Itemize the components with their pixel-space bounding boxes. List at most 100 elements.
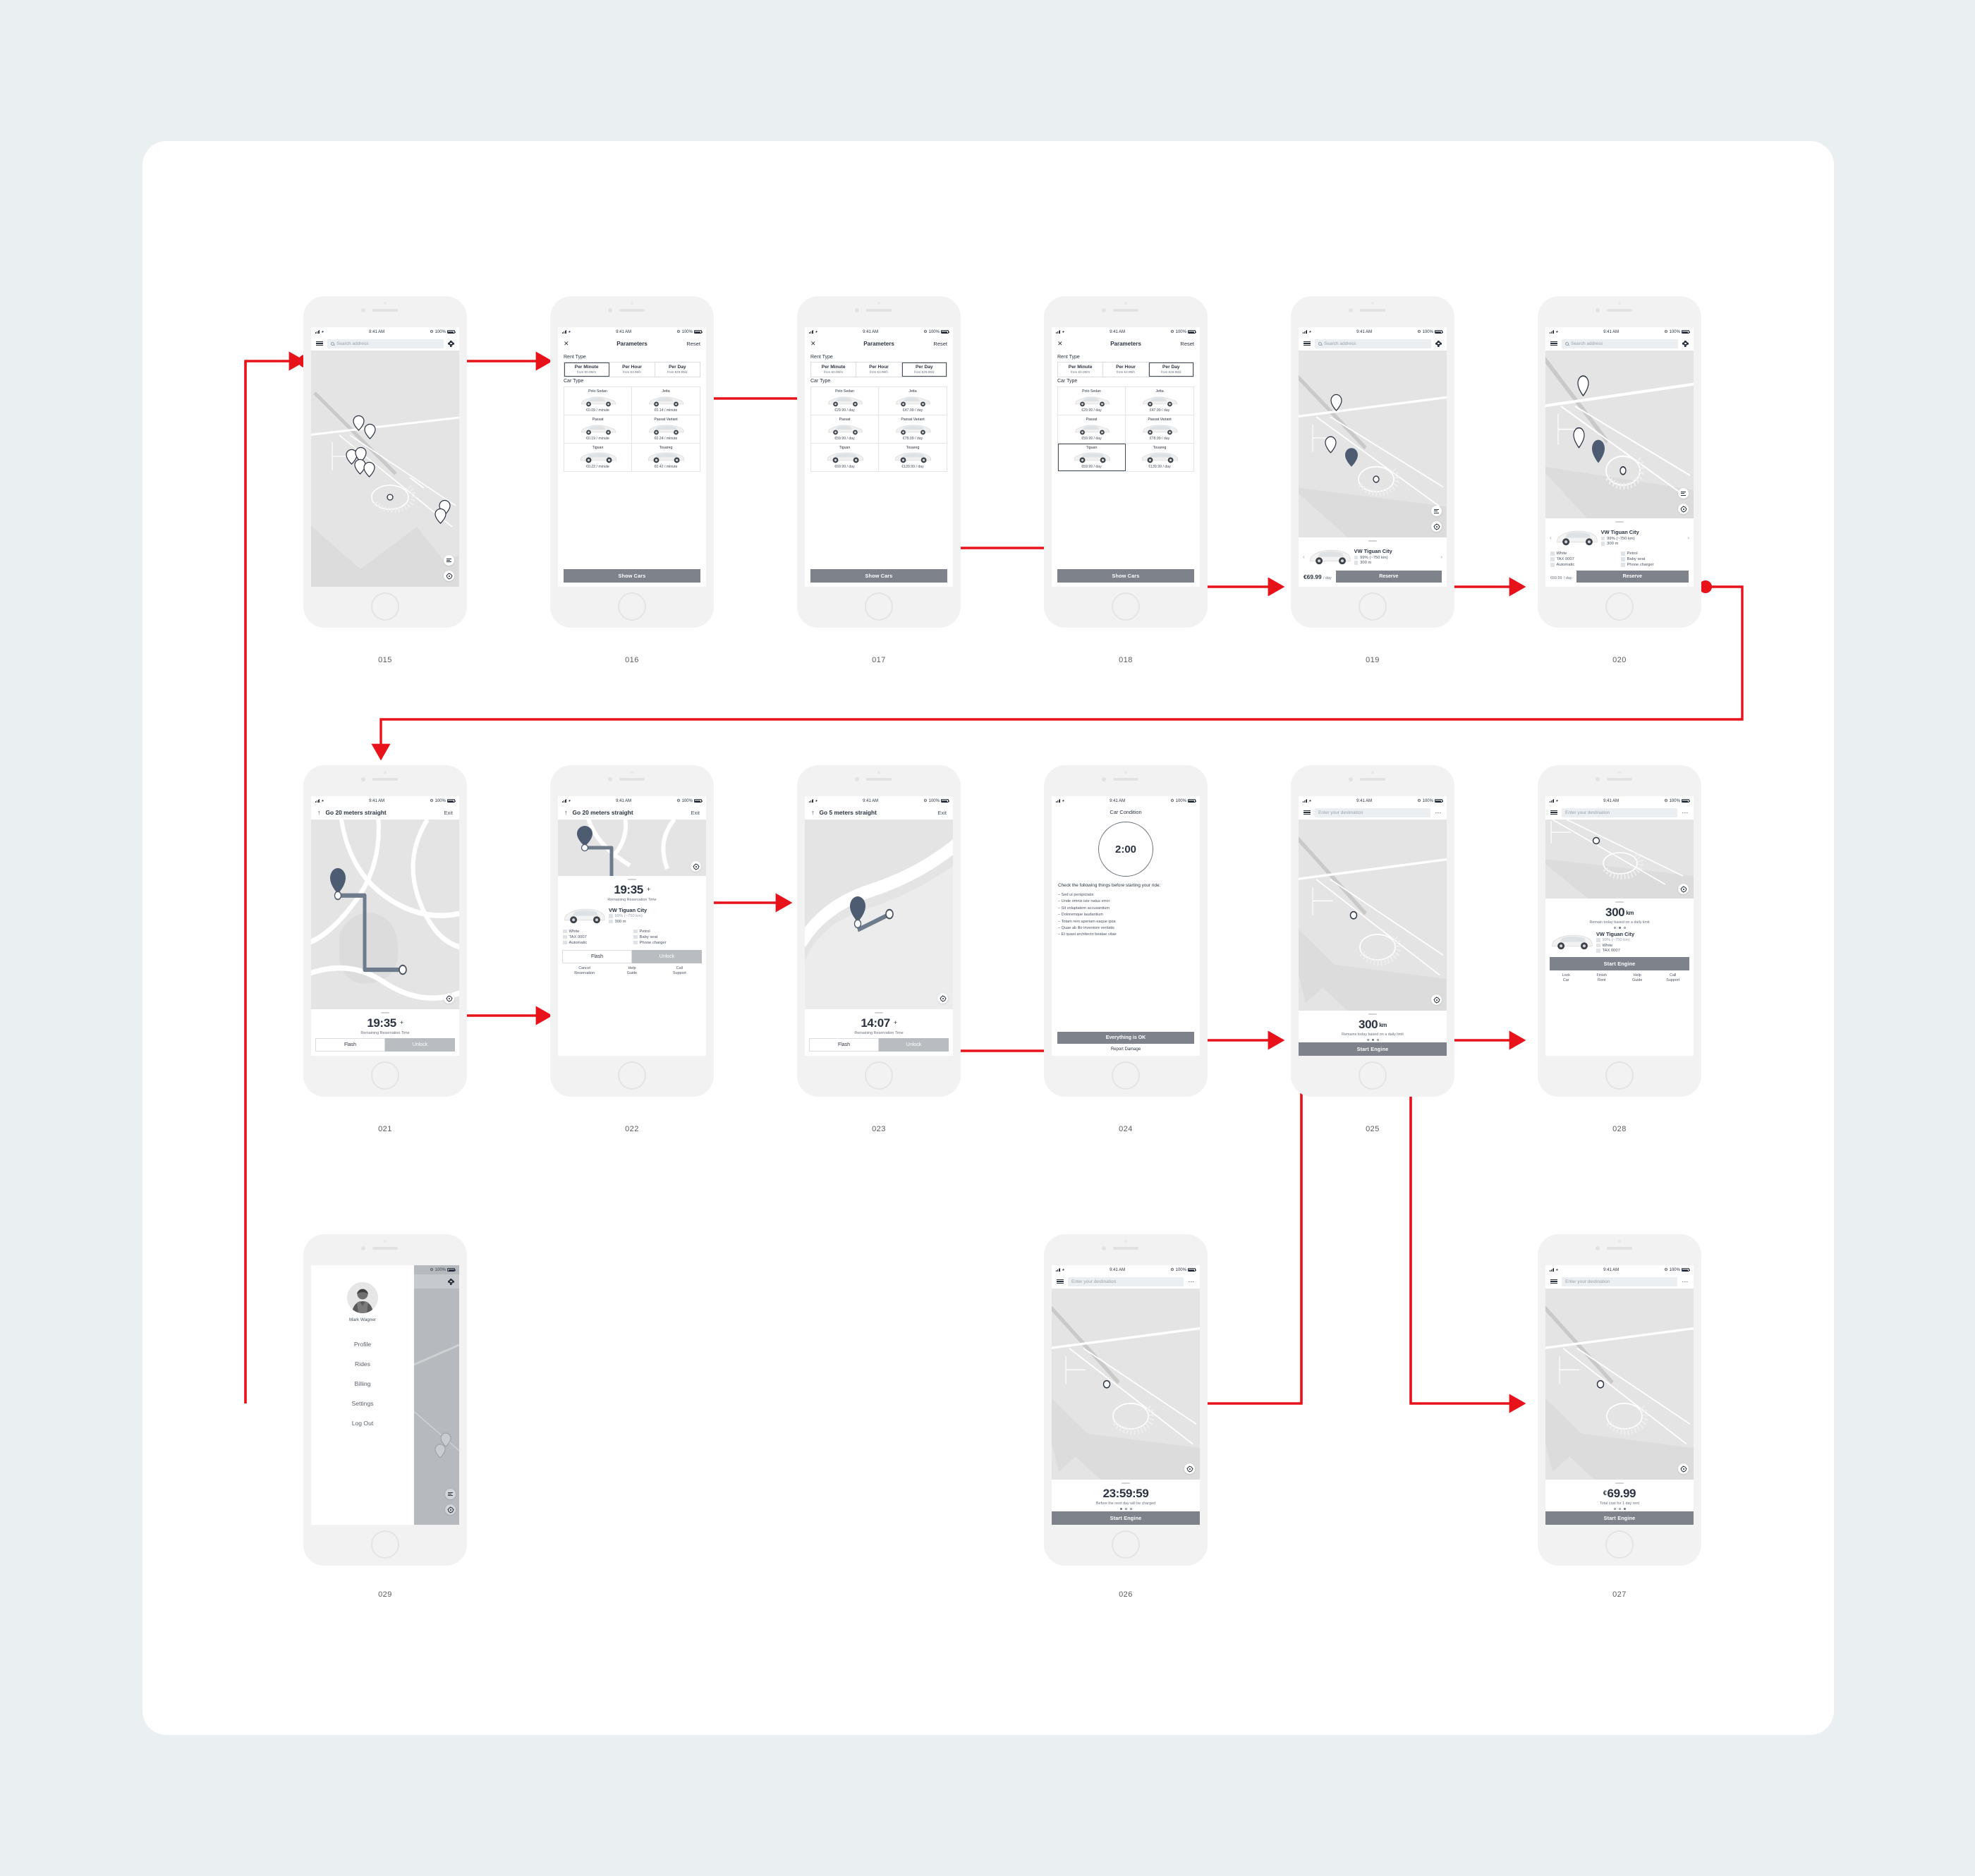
pager-dot[interactable]: [1613, 926, 1616, 929]
checkbox-icon[interactable]: [1550, 563, 1555, 567]
more-options-icon[interactable]: ⋯: [1682, 1279, 1689, 1285]
extend-time-button[interactable]: +: [400, 1019, 403, 1026]
pager-dot[interactable]: [1613, 1508, 1616, 1510]
checkbox-icon[interactable]: [633, 934, 638, 939]
car-option-jetta[interactable]: Jetta €47.99 / day: [1126, 387, 1193, 415]
pager-dot-active[interactable]: [1119, 1508, 1122, 1510]
rent-type-per-hour[interactable]: Per Hour from €3.99/h: [856, 363, 902, 377]
home-button[interactable]: [865, 1061, 893, 1090]
home-button[interactable]: [1359, 592, 1387, 621]
destination-input[interactable]: Enter your destination: [1315, 808, 1431, 817]
menu-icon[interactable]: [316, 341, 323, 346]
home-button[interactable]: [371, 1530, 399, 1559]
checkbox-icon[interactable]: [1621, 557, 1625, 561]
sheet-grabber[interactable]: [628, 879, 636, 880]
checkbox-icon[interactable]: [633, 929, 638, 934]
car-option-tiguan[interactable]: Tiguan €69.99 / day: [1058, 444, 1126, 471]
show-cars-button[interactable]: Show Cars: [1057, 569, 1194, 583]
call-support-link[interactable]: Call Support: [1655, 973, 1691, 983]
sheet-grabber[interactable]: [1615, 901, 1624, 903]
pager-dot[interactable]: [1618, 1508, 1621, 1510]
sheet-grabber[interactable]: [381, 1012, 389, 1013]
next-car-icon[interactable]: ›: [1440, 554, 1442, 560]
search-input[interactable]: Search address: [1562, 339, 1678, 348]
pager-dot[interactable]: [1366, 1039, 1369, 1041]
lock-car-link[interactable]: Lock Car: [1548, 973, 1584, 983]
rent-type-per-day[interactable]: Per Day from €29.99/d: [1148, 363, 1193, 377]
list-view-button[interactable]: [444, 555, 454, 566]
unlock-button[interactable]: Unlock: [385, 1038, 455, 1052]
sheet-grabber[interactable]: [1122, 1482, 1130, 1484]
flash-button[interactable]: Flash: [809, 1038, 879, 1052]
more-options-icon[interactable]: ⋯: [1435, 810, 1442, 816]
home-button[interactable]: [1112, 592, 1140, 621]
car-option-polo-sedan[interactable]: Polo Sedan €0.09 / minute: [564, 387, 632, 415]
rent-type-per-minute[interactable]: Per Minute from €0.09/m: [1058, 363, 1104, 377]
home-button[interactable]: [371, 592, 399, 621]
rent-type-per-hour[interactable]: Per Hour from €3.99/h: [609, 363, 655, 377]
checkbox-icon[interactable]: [1550, 557, 1555, 561]
more-options-icon[interactable]: ⋯: [1188, 1279, 1195, 1285]
locate-button[interactable]: [444, 571, 454, 581]
cancel-reservation-link[interactable]: Cancel Reservation: [561, 966, 608, 976]
checkbox-icon[interactable]: [1621, 552, 1625, 556]
rent-type-per-minute[interactable]: Per Minute from €0.09/m: [811, 363, 857, 377]
menu-icon[interactable]: [1057, 1279, 1064, 1284]
sheet-grabber[interactable]: [1368, 540, 1377, 542]
checkbox-icon[interactable]: [1550, 552, 1555, 556]
flash-button[interactable]: Flash: [562, 949, 632, 963]
reserve-button[interactable]: Reserve: [1576, 571, 1689, 583]
show-cars-button[interactable]: Show Cars: [810, 569, 947, 583]
home-button[interactable]: [1359, 1061, 1387, 1090]
menu-icon[interactable]: [1550, 341, 1557, 346]
map-view[interactable]: [1299, 820, 1447, 1011]
reserve-button[interactable]: Reserve: [1335, 571, 1442, 583]
pager-dot[interactable]: [1124, 1508, 1127, 1510]
menu-icon[interactable]: [1550, 1279, 1557, 1284]
car-option-passat[interactable]: Passat €0.19 / minute: [564, 415, 632, 444]
unlock-button[interactable]: Unlock: [632, 949, 702, 963]
map-view[interactable]: [1545, 351, 1694, 519]
gear-icon[interactable]: [1435, 341, 1442, 347]
pager-dot[interactable]: [1623, 926, 1626, 929]
reset-button[interactable]: Reset: [686, 341, 700, 347]
help-guide-link[interactable]: Help Guide: [608, 966, 655, 976]
rent-type-per-day[interactable]: Per Day from €29.99/d: [901, 363, 947, 377]
sheet-grabber[interactable]: [1368, 1013, 1377, 1015]
gear-icon[interactable]: [1682, 341, 1689, 347]
exit-button[interactable]: Exit: [937, 810, 947, 816]
car-option-passat-variant[interactable]: Passat Variant €0.24 / minute: [632, 415, 700, 444]
destination-input[interactable]: Enter your destination: [1562, 808, 1678, 817]
search-input[interactable]: Search address: [1315, 339, 1431, 348]
rent-type-per-hour[interactable]: Per Hour from €3.99/h: [1103, 363, 1149, 377]
exit-button[interactable]: Exit: [444, 810, 453, 816]
drawer-item-settings[interactable]: Settings: [351, 1400, 373, 1407]
extend-time-button[interactable]: +: [647, 886, 650, 893]
home-button[interactable]: [618, 592, 646, 621]
drawer-item-profile[interactable]: Profile: [354, 1341, 371, 1348]
extend-time-button[interactable]: +: [894, 1019, 897, 1026]
home-button[interactable]: [865, 592, 893, 621]
car-option-passat[interactable]: Passat €59.99 / day: [811, 415, 879, 444]
menu-icon[interactable]: [1550, 810, 1557, 815]
locate-button[interactable]: [445, 1504, 456, 1515]
reset-button[interactable]: Reset: [933, 341, 947, 347]
gear-icon[interactable]: [448, 1279, 454, 1285]
car-option-jetta[interactable]: Jetta €47.99 / day: [879, 387, 947, 415]
destination-input[interactable]: Enter your destination: [1562, 1277, 1678, 1286]
car-option-tiguan[interactable]: Tiguan €0.22 / minute: [564, 444, 632, 471]
rent-type-per-day[interactable]: Per Day from €29.99/d: [655, 363, 700, 377]
start-engine-button[interactable]: Start Engine: [1299, 1042, 1447, 1056]
start-engine-button[interactable]: Start Engine: [1550, 957, 1689, 971]
rent-type-per-minute[interactable]: Per Minute from €0.09/m: [564, 363, 610, 377]
checkbox-icon[interactable]: [563, 929, 567, 934]
show-cars-button[interactable]: Show Cars: [564, 569, 700, 583]
menu-icon[interactable]: [1304, 810, 1311, 815]
pager-dot-active[interactable]: [1371, 1039, 1374, 1041]
map-view[interactable]: [558, 820, 706, 876]
home-button[interactable]: [1605, 1530, 1634, 1559]
prev-car-icon[interactable]: ‹: [1303, 554, 1305, 560]
call-support-link[interactable]: Call Support: [656, 966, 703, 976]
menu-icon[interactable]: [1304, 341, 1311, 346]
pager-dot-active[interactable]: [1623, 1508, 1626, 1510]
